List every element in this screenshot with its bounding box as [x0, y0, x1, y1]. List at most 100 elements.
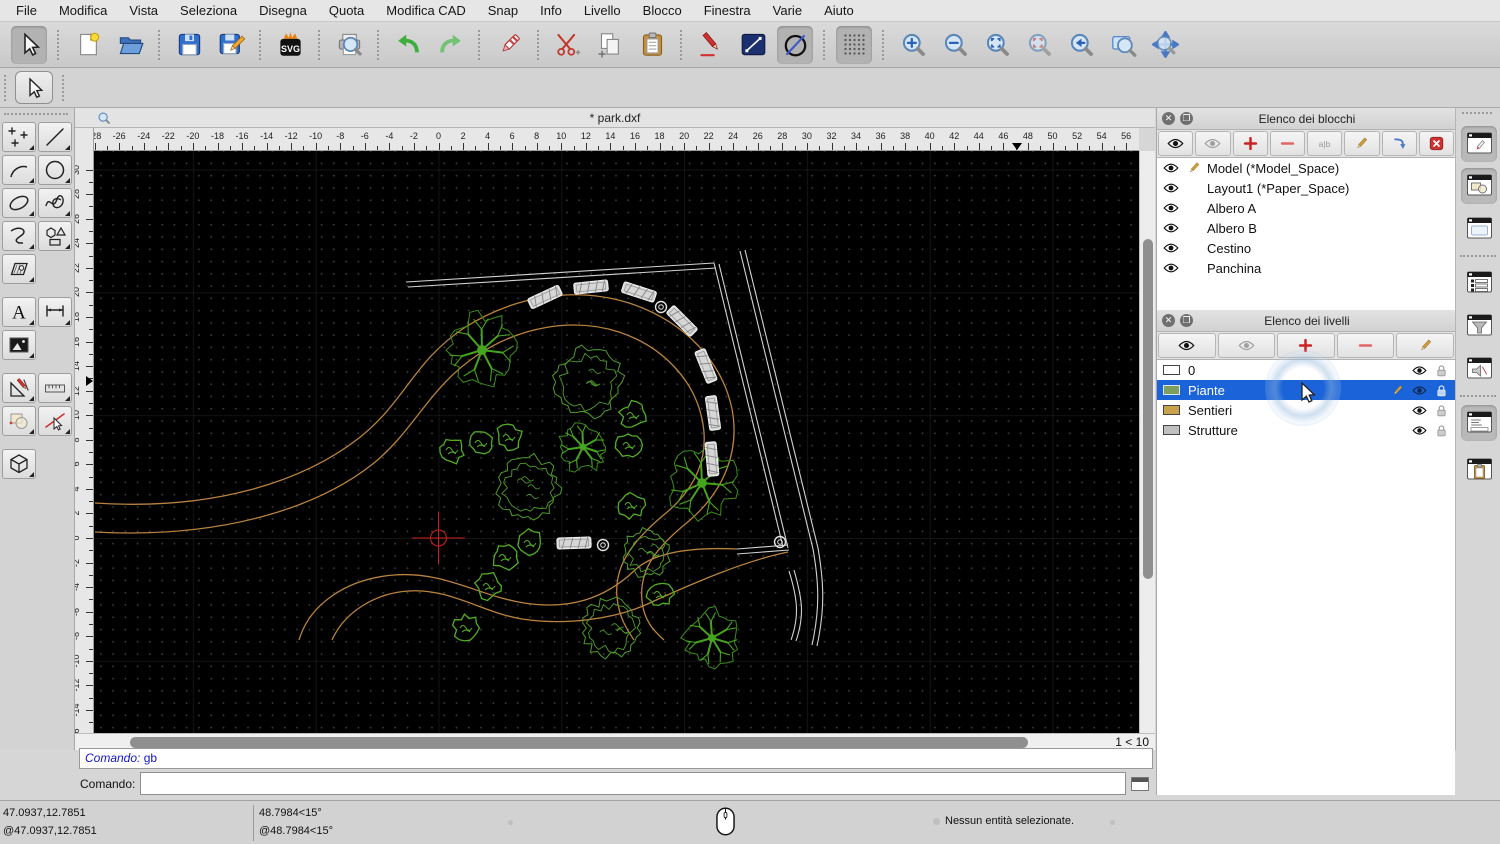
blocks-edit-button[interactable]	[1344, 131, 1380, 156]
undock-icon[interactable]: ❐	[1180, 314, 1193, 327]
eye-icon[interactable]	[1163, 222, 1179, 234]
pen-widget-button[interactable]	[1461, 126, 1497, 162]
menu-disegna[interactable]: Disegna	[248, 3, 318, 18]
menu-vista[interactable]: Vista	[118, 3, 169, 18]
svg-export-button[interactable]: SVG	[272, 26, 308, 64]
lock-icon[interactable]	[1434, 424, 1449, 437]
draw-pencil-button[interactable]	[693, 26, 729, 64]
block-row-layout1[interactable]: Layout1 (*Paper_Space)	[1157, 178, 1455, 198]
zoom-window-button[interactable]	[1105, 26, 1141, 64]
menu-file[interactable]: File	[5, 3, 48, 18]
copy-button[interactable]	[592, 26, 628, 64]
vertical-scrollbar[interactable]	[1139, 151, 1155, 733]
ellipse-tool[interactable]	[2, 188, 36, 218]
ruler-tool-tool[interactable]	[38, 373, 72, 403]
dimension-tool[interactable]	[38, 297, 72, 327]
list-widget-button[interactable]	[1461, 265, 1497, 301]
document-titlebar[interactable]: * park.dxf	[75, 108, 1155, 128]
command-widget-button[interactable]	[1461, 405, 1497, 441]
block-row-albero[interactable]: Albero B	[1157, 218, 1455, 238]
eye-icon[interactable]	[1412, 424, 1427, 437]
hatch-tool[interactable]	[2, 254, 36, 284]
undo-button[interactable]	[390, 26, 426, 64]
blocks-add-button[interactable]	[1232, 131, 1268, 156]
blocks-eye-on-button[interactable]	[1158, 131, 1194, 156]
block-row-albero[interactable]: Albero A	[1157, 198, 1455, 218]
trim-tool[interactable]	[38, 406, 72, 436]
block-row-cestino[interactable]: Cestino	[1157, 238, 1455, 258]
blocks-rename-button[interactable]: a|b	[1307, 131, 1343, 156]
menu-aiuto[interactable]: Aiuto	[813, 3, 865, 18]
zoom-pan-button[interactable]	[1147, 26, 1183, 64]
menu-modifica-cad[interactable]: Modifica CAD	[375, 3, 476, 18]
zoom-out-button[interactable]	[937, 26, 973, 64]
command-input[interactable]	[140, 772, 1126, 795]
grid-toggle-button[interactable]	[836, 25, 872, 64]
vertical-scrollbar-thumb[interactable]	[1143, 239, 1153, 579]
menu-modifica[interactable]: Modifica	[48, 3, 118, 18]
image-tool[interactable]	[2, 330, 36, 360]
blocks-remove-button[interactable]	[1269, 131, 1305, 156]
block-row-model[interactable]: Model (*Model_Space)	[1157, 158, 1455, 178]
clipboard-widget-button[interactable]	[1461, 452, 1497, 488]
paste-button[interactable]	[634, 26, 670, 64]
open-file-button[interactable]	[112, 26, 148, 64]
menu-blocco[interactable]: Blocco	[632, 3, 693, 18]
save-as-button[interactable]	[213, 26, 249, 64]
lock-icon[interactable]	[1434, 364, 1449, 377]
eye-icon[interactable]	[1412, 384, 1427, 397]
block-row-panchina[interactable]: Panchina	[1157, 258, 1455, 278]
eye-icon[interactable]	[1412, 404, 1427, 417]
circle-tool[interactable]	[38, 155, 72, 185]
arc-tool[interactable]	[2, 155, 36, 185]
print-preview-button[interactable]	[331, 26, 367, 64]
menu-quota[interactable]: Quota	[318, 3, 375, 18]
menu-snap[interactable]: Snap	[477, 3, 529, 18]
eye-icon[interactable]	[1412, 364, 1427, 377]
pointer-button[interactable]	[11, 25, 47, 64]
blocks-eye-off-button[interactable]	[1195, 131, 1231, 156]
cut-button[interactable]	[550, 26, 586, 64]
eye-icon[interactable]	[1163, 242, 1179, 254]
drawing-canvas[interactable]	[94, 151, 1139, 733]
eraser-button[interactable]	[491, 26, 527, 64]
close-icon[interactable]: ✕	[1162, 112, 1175, 125]
menu-finestra[interactable]: Finestra	[693, 3, 762, 18]
polygon-tool[interactable]	[38, 221, 72, 251]
eye-icon[interactable]	[1163, 202, 1179, 214]
layer-row-piante[interactable]: Piante	[1157, 380, 1455, 400]
eye-icon[interactable]	[1163, 182, 1179, 194]
zoom-select-button[interactable]	[1021, 26, 1057, 64]
text-tool[interactable]: A	[2, 297, 36, 327]
blank-widget-button[interactable]	[1461, 211, 1497, 247]
layers-eye-off-button[interactable]	[1217, 333, 1276, 358]
spline-tool[interactable]	[38, 188, 72, 218]
layers-add-button[interactable]	[1277, 333, 1335, 358]
layers-eye-on-button[interactable]	[1158, 333, 1216, 358]
blocks-insert-button[interactable]	[1381, 131, 1417, 156]
layer-row-0[interactable]: 0	[1157, 360, 1455, 380]
save-file-button[interactable]	[171, 26, 207, 64]
zoom-auto-button[interactable]	[979, 26, 1015, 64]
pointer-tool-button[interactable]	[15, 71, 53, 104]
shapes-widget-button[interactable]	[1461, 168, 1497, 204]
lock-icon[interactable]	[1434, 384, 1449, 397]
ellipse-tool-button[interactable]	[777, 25, 813, 64]
line-tool[interactable]	[38, 122, 72, 152]
blocks-delete-all-button[interactable]	[1418, 131, 1454, 156]
modify-tool[interactable]	[2, 406, 36, 436]
zoom-previous-button[interactable]	[1063, 26, 1099, 64]
layers-edit-button[interactable]	[1396, 333, 1454, 358]
menu-livello[interactable]: Livello	[573, 3, 632, 18]
box3d-tool[interactable]	[2, 449, 36, 479]
new-file-button[interactable]	[70, 26, 106, 64]
redo-button[interactable]	[432, 26, 468, 64]
filter-widget-button[interactable]	[1461, 308, 1497, 344]
lock-icon[interactable]	[1434, 404, 1449, 417]
polyline-tool[interactable]	[2, 221, 36, 251]
library-widget-button[interactable]	[1461, 351, 1497, 387]
layers-remove-button[interactable]	[1336, 333, 1395, 358]
layer-row-strutture[interactable]: Strutture	[1157, 420, 1455, 440]
drafting-tool[interactable]	[2, 373, 36, 403]
menu-varie[interactable]: Varie	[762, 3, 813, 18]
